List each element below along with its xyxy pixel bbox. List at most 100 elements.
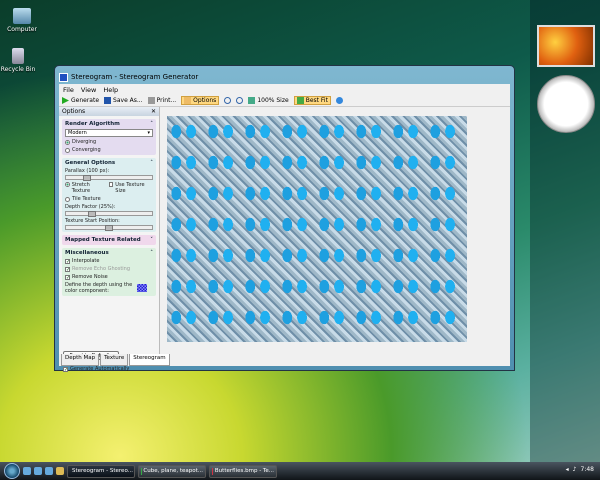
- tab-depth-map[interactable]: Depth Map: [61, 354, 100, 366]
- print-button[interactable]: Print...: [147, 97, 177, 104]
- computer-icon: [13, 8, 31, 24]
- label: Remove Echo Ghosting: [72, 266, 131, 272]
- network-icon[interactable]: ◂: [566, 466, 569, 473]
- label: Butterflies.bmp - Te...: [214, 468, 274, 474]
- general-options-section: General Options ˄ Parallax (100 px): Stre…: [62, 158, 156, 232]
- generate-button[interactable]: Generate: [62, 97, 99, 104]
- recycle-bin-icon: [12, 48, 24, 64]
- desktop-icon-recycle-bin[interactable]: Recycle Bin: [0, 48, 40, 73]
- icon-label: Computer: [7, 26, 37, 33]
- noise-checkbox[interactable]: ✓ Remove Noise: [65, 274, 153, 280]
- label: Save As...: [113, 97, 143, 104]
- windows-sidebar: [530, 0, 600, 462]
- tile-texture-radio[interactable]: Tile Texture: [65, 196, 153, 202]
- taskbar-item-butterflies[interactable]: Butterflies.bmp - Te...: [209, 464, 277, 478]
- tab-stereogram[interactable]: Stereogram: [129, 354, 170, 366]
- taskbar-item-cube[interactable]: Cube, plane, teapot...: [138, 464, 206, 478]
- parallax-slider[interactable]: [65, 175, 153, 181]
- depth-slider[interactable]: [65, 211, 153, 217]
- algorithm-select[interactable]: Modern ▾: [65, 129, 153, 137]
- section-header: Miscellaneous: [65, 250, 109, 256]
- best-fit-button[interactable]: Best Fit: [293, 96, 331, 105]
- render-algorithm-section: Render Algorithm ˄ Modern ▾ Diverging Conv…: [62, 119, 156, 155]
- chevron-down-icon: ▾: [147, 130, 150, 136]
- label: Generate Automatically: [70, 366, 130, 372]
- zoom-in-button[interactable]: [224, 97, 232, 104]
- menu-file[interactable]: File: [63, 86, 74, 94]
- zoom-out-icon: [236, 97, 244, 104]
- clock-time[interactable]: 7:48: [581, 466, 594, 473]
- label: Converging: [72, 147, 101, 153]
- arrows-icon: [248, 97, 256, 104]
- slideshow-gadget[interactable]: [537, 25, 595, 67]
- section-header: Mapped Texture Related: [65, 237, 141, 243]
- use-texture-size-checkbox[interactable]: Use Texture Size: [108, 182, 153, 194]
- stereogram-image: [167, 116, 467, 342]
- app-icon: [59, 72, 68, 82]
- icon-label: Recycle Bin: [0, 66, 36, 73]
- echo-checkbox[interactable]: ✓ Remove Echo Ghosting: [65, 266, 153, 272]
- label: Diverging: [72, 139, 97, 145]
- actual-size-button[interactable]: 100% Size: [248, 97, 289, 104]
- options-icon: [184, 97, 192, 104]
- label: Stereogram - Stereo...: [72, 468, 133, 474]
- start-button[interactable]: [4, 463, 20, 479]
- start-position-slider[interactable]: [65, 225, 153, 231]
- options-pane-title: Options: [62, 108, 86, 115]
- mapped-texture-section[interactable]: Mapped Texture Related ˅: [62, 235, 156, 245]
- printer-icon: [147, 97, 155, 104]
- folder-icon[interactable]: [56, 467, 64, 475]
- label: Use Texture Size: [115, 182, 145, 194]
- label: Generate: [71, 97, 100, 104]
- save-icon: [104, 97, 112, 104]
- tab-texture[interactable]: Texture: [100, 354, 129, 366]
- menu-help[interactable]: Help: [103, 86, 118, 94]
- collapse-icon[interactable]: ˄: [150, 121, 153, 127]
- menu-view[interactable]: View: [81, 86, 96, 94]
- close-icon[interactable]: ✕: [151, 108, 156, 115]
- taskbar-item-stereogram[interactable]: Stereogram - Stereo...: [67, 464, 135, 478]
- label: Tile Texture: [72, 196, 101, 202]
- toolbar: Generate Save As... Print... Options 100…: [59, 95, 510, 107]
- desktop-icon-computer[interactable]: Computer: [0, 8, 44, 33]
- label: Stretch Texture: [71, 182, 91, 194]
- label: Remove Noise: [72, 274, 108, 280]
- volume-icon[interactable]: ♪: [573, 466, 577, 473]
- expand-icon[interactable]: ˅: [150, 237, 153, 243]
- stretch-texture-radio[interactable]: Stretch Texture: [65, 182, 107, 194]
- switch-windows-icon[interactable]: [34, 467, 42, 475]
- color-label: Define the depth using the color compone…: [65, 282, 133, 294]
- parallax-label: Parallax (100 px):: [65, 168, 110, 174]
- collapse-icon[interactable]: ˄: [150, 160, 153, 166]
- label: Print...: [156, 97, 177, 104]
- section-header: Render Algorithm: [65, 121, 120, 127]
- select-value: Modern: [68, 130, 87, 136]
- label: Interpolate: [72, 258, 100, 264]
- fit-icon: [296, 97, 304, 104]
- start-label: Texture Start Position:: [65, 218, 120, 224]
- collapse-icon[interactable]: ˄: [150, 250, 153, 256]
- taskbar: Stereogram - Stereo... Cube, plane, teap…: [0, 462, 600, 480]
- label: 100% Size: [257, 97, 289, 104]
- clock-gadget[interactable]: [537, 75, 595, 133]
- interpolate-checkbox[interactable]: ✓ Interpolate: [65, 258, 153, 264]
- help-button[interactable]: [335, 97, 343, 104]
- help-icon: [335, 97, 343, 104]
- app-window: Stereogram - Stereogram Generator File V…: [54, 65, 515, 372]
- ie-icon[interactable]: [45, 467, 53, 475]
- label: Best Fit: [305, 97, 328, 104]
- color-swatch[interactable]: [137, 284, 147, 292]
- menu-bar: File View Help: [59, 84, 510, 95]
- app-icon: [212, 467, 213, 475]
- converging-radio[interactable]: Converging: [65, 147, 153, 153]
- zoom-out-button[interactable]: [236, 97, 244, 104]
- options-button[interactable]: Options: [181, 96, 220, 105]
- misc-section: Miscellaneous ˄ ✓ Interpolate ✓ Remove Echo…: [62, 248, 156, 296]
- system-tray: ◂ ♪ 7:48: [566, 466, 594, 473]
- play-icon: [62, 97, 69, 104]
- diverging-radio[interactable]: Diverging: [65, 139, 153, 145]
- options-pane: Options ✕ Render Algorithm ˄ Modern ▾ Diver…: [59, 107, 160, 372]
- show-desktop-icon[interactable]: [23, 467, 31, 475]
- generate-automatically-checkbox[interactable]: ✓ Generate Automatically: [63, 366, 129, 372]
- save-as-button[interactable]: Save As...: [104, 97, 143, 104]
